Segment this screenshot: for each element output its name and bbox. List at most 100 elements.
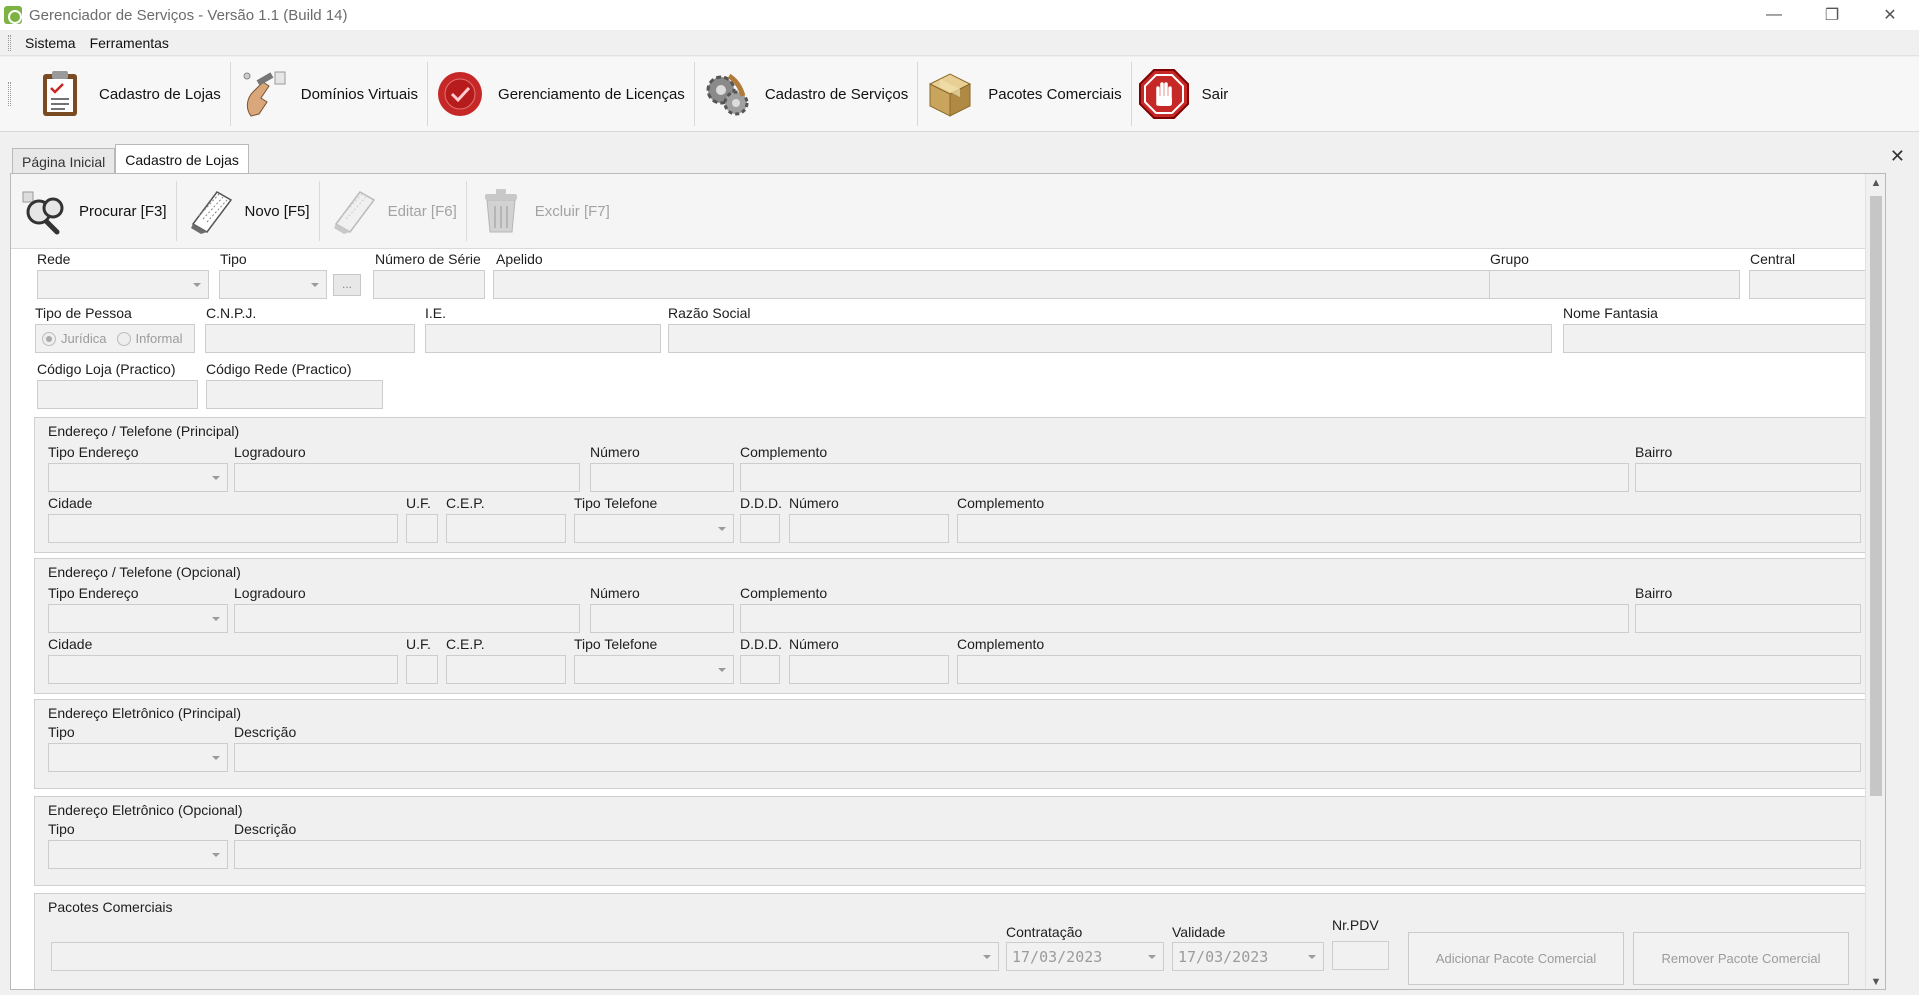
logradouro-input[interactable] [234,604,580,633]
main-toolbar: Cadastro de Lojas Domínios Virtuais Gere… [0,57,1919,132]
wax-seal-icon [434,68,486,120]
close-tab-icon[interactable]: ✕ [1890,146,1905,167]
razao-social-input[interactable] [668,324,1552,353]
dominios-virtuais-button[interactable]: Domínios Virtuais [231,62,429,126]
uf-input[interactable] [406,655,438,684]
sair-button[interactable]: Sair [1132,62,1238,126]
ddd-label: D.D.D. [740,636,782,652]
cadastro-servicos-label: Cadastro de Serviços [764,85,909,103]
pacotes-comerciais-button[interactable]: Pacotes Comerciais [918,62,1132,126]
pacote-comercial-combo[interactable] [51,942,999,971]
numero-input[interactable] [590,463,734,492]
scroll-down-icon[interactable]: ▼ [1866,973,1885,989]
tipo-endereco-combo[interactable] [48,604,228,633]
cep-input[interactable] [446,514,566,543]
tab-pagina-inicial[interactable]: Página Inicial [12,148,116,174]
bairro-input[interactable] [1635,604,1861,633]
rede-label: Rede [37,251,71,267]
uf-label: U.F. [406,636,431,652]
grupo-label: Grupo [1490,251,1529,267]
numero-input[interactable] [590,604,734,633]
codigo-loja-input[interactable] [37,380,198,409]
tipo-combo[interactable] [219,270,327,299]
restore-button[interactable]: ❐ [1803,0,1861,30]
grupo-input[interactable] [1489,270,1740,299]
adicionar-pacote-button[interactable]: Adicionar Pacote Comercial [1408,932,1624,985]
logradouro-input[interactable] [234,463,580,492]
menu-sistema[interactable]: Sistema [25,35,76,51]
cidade-input[interactable] [48,655,398,684]
complemento-input[interactable] [740,463,1629,492]
numero-serie-input[interactable] [373,270,485,299]
telefone-numero-label: Número [789,495,839,511]
cadastro-servicos-button[interactable]: Cadastro de Serviços [695,62,919,126]
tipo-telefone-combo[interactable] [574,655,734,684]
cadastro-lojas-button[interactable]: Cadastro de Lojas [29,62,231,126]
scroll-up-icon[interactable]: ▲ [1866,174,1885,192]
novo-button[interactable]: Novo [F5] [177,181,320,241]
complemento-input[interactable] [740,604,1629,633]
numero-label: Número [590,585,640,601]
central-input[interactable] [1749,270,1867,299]
codigo-rede-input[interactable] [206,380,383,409]
scroll-thumb[interactable] [1870,196,1882,796]
cep-input[interactable] [446,655,566,684]
telefone-complemento-input[interactable] [957,655,1861,684]
uf-input[interactable] [406,514,438,543]
nome-fantasia-input[interactable] [1563,324,1867,353]
tipo-endereco-label: Tipo Endereço [48,444,139,460]
menu-ferramentas[interactable]: Ferramentas [90,35,169,51]
pacotes-comerciais-label: Pacotes Comerciais [988,85,1122,103]
cadastro-lojas-label: Cadastro de Lojas [99,85,221,103]
logradouro-label: Logradouro [234,444,306,460]
sair-label: Sair [1201,85,1229,103]
gerenciamento-licencas-label: Gerenciamento de Licenças [498,85,685,103]
rede-combo[interactable] [37,270,209,299]
menu-grip-handle[interactable] [8,34,11,51]
close-window-button[interactable]: ✕ [1861,0,1919,30]
descricao-input[interactable] [234,743,1861,772]
telefone-numero-input[interactable] [789,514,949,543]
gerenciamento-licencas-button[interactable]: Gerenciamento de Licenças [428,62,695,126]
telefone-complemento-input[interactable] [957,514,1861,543]
notepad-icon [187,186,235,236]
tipo-eletronico-combo[interactable] [48,743,228,772]
remover-pacote-button[interactable]: Remover Pacote Comercial [1633,932,1849,985]
eletronico-opcional-group: Endereço Eletrônico (Opcional) Tipo Desc… [34,796,1868,886]
descricao-input[interactable] [234,840,1861,869]
tipo-endereco-combo[interactable] [48,463,228,492]
pacotes-comerciais-group: Pacotes Comerciais Contratação 17/03/202… [34,893,1868,989]
tipo-telefone-label: Tipo Telefone [574,495,658,511]
cnpj-input[interactable] [205,324,415,353]
telefone-complemento-label: Complemento [957,495,1045,511]
nr-pdv-input[interactable] [1332,941,1389,970]
cidade-input[interactable] [48,514,398,543]
vertical-scrollbar[interactable]: ▲ ▼ [1865,174,1885,989]
tipo-label: Tipo [48,821,75,837]
procurar-button[interactable]: Procurar [F3] [11,181,177,241]
tab-cadastro-lojas[interactable]: Cadastro de Lojas [115,144,249,174]
eletronico-principal-group: Endereço Eletrônico (Principal) Tipo Des… [34,699,1868,789]
minimize-button[interactable]: — [1745,0,1803,30]
ddd-input[interactable] [740,514,780,543]
juridica-radio[interactable] [42,331,56,346]
tipo-telefone-label: Tipo Telefone [574,636,658,652]
ie-input[interactable] [425,324,661,353]
nome-fantasia-label: Nome Fantasia [1563,305,1658,321]
editar-button[interactable]: Editar [F6] [320,181,467,241]
bairro-input[interactable] [1635,463,1861,492]
apelido-input[interactable] [493,270,1491,299]
toolbar-grip-handle[interactable] [8,82,11,106]
contratacao-date-picker[interactable]: 17/03/2023 [1006,942,1164,971]
tipo-lookup-button[interactable]: ... [333,274,361,296]
tipo-telefone-combo[interactable] [574,514,734,543]
apelido-label: Apelido [496,251,543,267]
tipo-eletronico-combo[interactable] [48,840,228,869]
bairro-label: Bairro [1635,585,1673,601]
ddd-input[interactable] [740,655,780,684]
novo-label: Novo [F5] [244,202,310,220]
validade-date-picker[interactable]: 17/03/2023 [1172,942,1324,971]
telefone-numero-input[interactable] [789,655,949,684]
informal-radio[interactable] [116,331,131,346]
excluir-button[interactable]: Excluir [F7] [467,181,619,241]
